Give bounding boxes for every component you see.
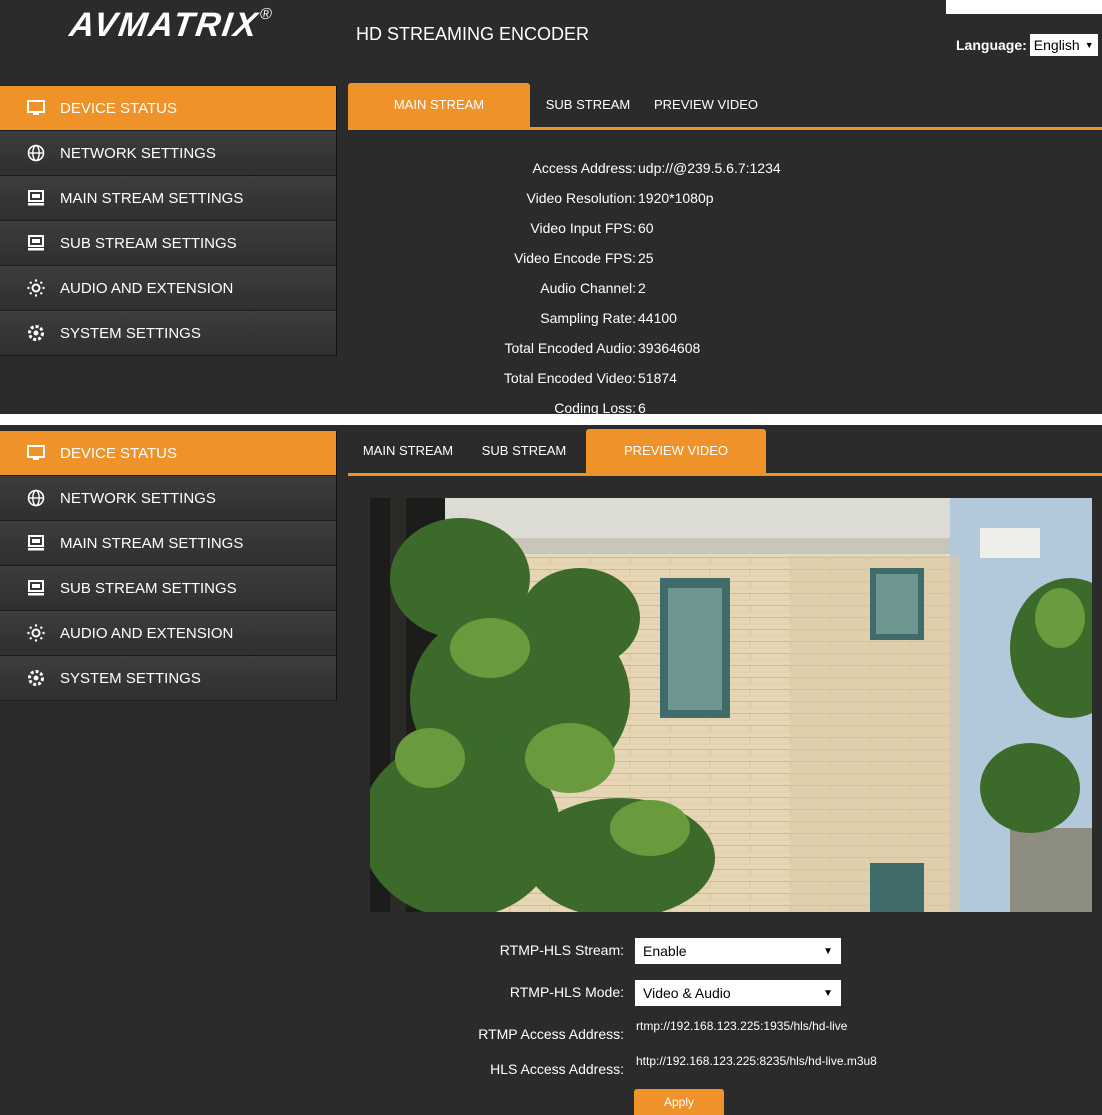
status-row-audio-channel: Audio Channel: 2	[540, 280, 646, 296]
screenshot-edge	[946, 0, 1102, 14]
stream-tabs: MAIN STREAM SUB STREAM PREVIEW VIDEO	[348, 83, 1102, 130]
video-preview	[370, 498, 1092, 912]
tab-sub-stream[interactable]: SUB STREAM	[540, 83, 636, 127]
globe-icon	[26, 488, 46, 508]
sidebar-item-label: MAIN STREAM SETTINGS	[60, 189, 244, 207]
sidebar-item-main-stream-settings[interactable]: MAIN STREAM SETTINGS	[0, 521, 336, 566]
header-bar: AVMATRIX® HD STREAMING ENCODER Language:…	[0, 0, 1102, 78]
language-select[interactable]: English ▼	[1029, 34, 1098, 56]
video-preview-image	[370, 498, 1092, 912]
sidebar-item-device-status[interactable]: DEVICE STATUS	[0, 86, 336, 131]
status-row-video-encode-fps: Video Encode FPS: 25	[514, 250, 654, 266]
brand-logo: AVMATRIX®	[67, 6, 274, 44]
tab-main-stream[interactable]: MAIN STREAM	[348, 429, 468, 473]
stream-icon	[26, 188, 46, 208]
device-status-preview-video-panel: DEVICE STATUS NETWORK SETTINGS MAIN STRE…	[0, 425, 1102, 1115]
sidebar-item-label: SUB STREAM SETTINGS	[60, 234, 237, 252]
stream-tabs: MAIN STREAM SUB STREAM PREVIEW VIDEO	[348, 429, 1102, 476]
language-selector: Language: English ▼	[956, 34, 1098, 56]
sidebar-item-sub-stream-settings[interactable]: SUB STREAM SETTINGS	[0, 566, 336, 611]
apply-button[interactable]: Apply	[634, 1089, 724, 1115]
sidebar-item-label: MAIN STREAM SETTINGS	[60, 534, 244, 552]
sidebar-item-label: DEVICE STATUS	[60, 444, 177, 462]
chevron-down-icon: ▼	[1084, 40, 1094, 50]
chevron-down-icon: ▼	[823, 945, 833, 957]
rtmp-hls-stream-label: RTMP-HLS Stream:	[499, 942, 624, 958]
hls-access-address-label: HLS Access Address:	[490, 1061, 624, 1077]
chevron-down-icon: ▼	[823, 987, 833, 999]
tab-main-stream[interactable]: MAIN STREAM	[348, 83, 530, 127]
rtmp-access-address-label: RTMP Access Address:	[478, 1026, 624, 1042]
tab-preview-video[interactable]: PREVIEW VIDEO	[646, 83, 766, 127]
sidebar-item-system-settings[interactable]: SYSTEM SETTINGS	[0, 656, 336, 701]
status-row-access-address: Access Address: udp://@239.5.6.7:1234	[532, 160, 781, 176]
tab-preview-video[interactable]: PREVIEW VIDEO	[586, 429, 766, 473]
sidebar-item-label: SYSTEM SETTINGS	[60, 669, 201, 687]
sidebar-item-label: AUDIO AND EXTENSION	[60, 279, 234, 297]
hls-access-address-value: http://192.168.123.225:8235/hls/hd-live.…	[636, 1054, 877, 1068]
stream-icon	[26, 578, 46, 598]
sidebar-item-label: NETWORK SETTINGS	[60, 144, 216, 162]
tab-sub-stream[interactable]: SUB STREAM	[476, 429, 572, 473]
stream-icon	[26, 533, 46, 553]
sidebar-item-label: SUB STREAM SETTINGS	[60, 579, 237, 597]
audio-icon	[26, 623, 46, 643]
sidebar-item-label: SYSTEM SETTINGS	[60, 324, 201, 342]
status-row-video-resolution: Video Resolution: 1920*1080p	[526, 190, 714, 206]
sidebar-item-device-status[interactable]: DEVICE STATUS	[0, 431, 336, 476]
status-row-total-encoded-audio: Total Encoded Audio: 39364608	[504, 340, 701, 356]
stream-icon	[26, 233, 46, 253]
app-title: HD STREAMING ENCODER	[356, 24, 590, 44]
sidebar-item-network-settings[interactable]: NETWORK SETTINGS	[0, 131, 336, 176]
sidebar-item-network-settings[interactable]: NETWORK SETTINGS	[0, 476, 336, 521]
sidebar: DEVICE STATUS NETWORK SETTINGS MAIN STRE…	[0, 86, 337, 356]
language-label: Language:	[956, 37, 1027, 53]
sidebar-item-label: NETWORK SETTINGS	[60, 489, 216, 507]
globe-icon	[26, 143, 46, 163]
sidebar-item-main-stream-settings[interactable]: MAIN STREAM SETTINGS	[0, 176, 336, 221]
device-status-main-stream-panel: AVMATRIX® HD STREAMING ENCODER Language:…	[0, 0, 1102, 414]
monitor-icon	[26, 443, 46, 463]
status-row-sampling-rate: Sampling Rate: 44100	[540, 310, 677, 326]
status-row-total-encoded-video: Total Encoded Video: 51874	[503, 370, 677, 386]
sidebar-item-audio-and-extension[interactable]: AUDIO AND EXTENSION	[0, 611, 336, 656]
monitor-icon	[26, 98, 46, 118]
sidebar: DEVICE STATUS NETWORK SETTINGS MAIN STRE…	[0, 431, 337, 701]
rtmp-hls-mode-label: RTMP-HLS Mode:	[509, 984, 624, 1000]
rtmp-hls-stream-select[interactable]: Enable ▼	[635, 938, 841, 964]
status-row-video-input-fps: Video Input FPS: 60	[530, 220, 654, 236]
rtmp-hls-mode-select[interactable]: Video & Audio ▼	[635, 980, 841, 1006]
gear-icon	[26, 668, 46, 688]
sidebar-item-label: DEVICE STATUS	[60, 99, 177, 117]
sidebar-item-system-settings[interactable]: SYSTEM SETTINGS	[0, 311, 336, 356]
gear-icon	[26, 323, 46, 343]
status-row-coding-loss: Coding Loss: 6	[554, 400, 646, 414]
sidebar-item-label: AUDIO AND EXTENSION	[60, 624, 234, 642]
rtmp-access-address-value: rtmp://192.168.123.225:1935/hls/hd-live	[636, 1019, 848, 1033]
sidebar-item-sub-stream-settings[interactable]: SUB STREAM SETTINGS	[0, 221, 336, 266]
sidebar-item-audio-and-extension[interactable]: AUDIO AND EXTENSION	[0, 266, 336, 311]
audio-icon	[26, 278, 46, 298]
